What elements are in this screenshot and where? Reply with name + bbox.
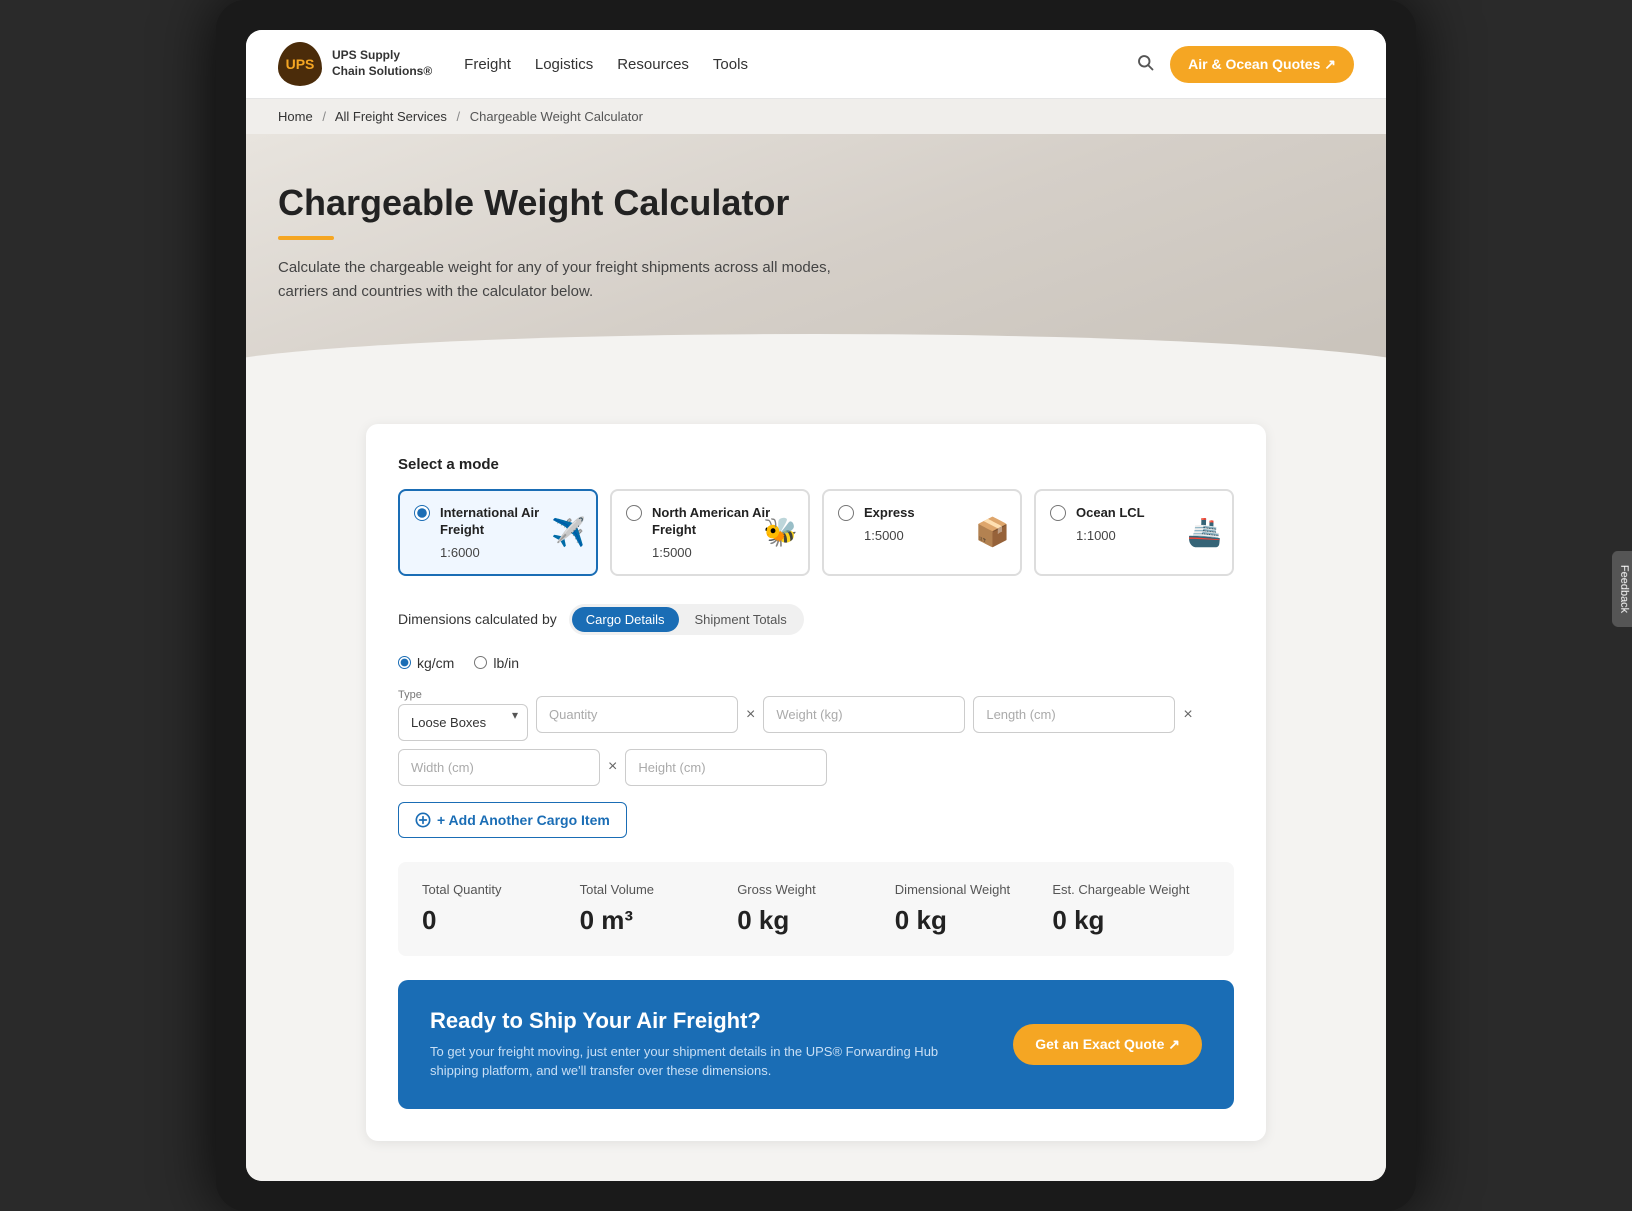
dimensions-label: Dimensions calculated by bbox=[398, 611, 557, 627]
nav-right: Air & Ocean Quotes ↗ bbox=[1136, 46, 1354, 83]
cta-banner: Ready to Ship Your Air Freight? To get y… bbox=[398, 980, 1234, 1109]
width-input[interactable] bbox=[398, 749, 600, 786]
total-quantity-value: 0 bbox=[422, 905, 580, 936]
total-volume-label: Total Volume bbox=[580, 882, 738, 897]
dimensions-row: Dimensions calculated by Cargo Details S… bbox=[398, 604, 1234, 635]
dimensions-toggle: Cargo Details Shipment Totals bbox=[569, 604, 804, 635]
add-cargo-button[interactable]: + Add Another Cargo Item bbox=[398, 802, 627, 838]
mode-express-radio[interactable] bbox=[838, 505, 854, 521]
unit-lb-in-radio[interactable] bbox=[474, 656, 487, 669]
length-input[interactable] bbox=[973, 696, 1175, 733]
cta-description: To get your freight moving, just enter y… bbox=[430, 1042, 970, 1081]
nav-tools[interactable]: Tools bbox=[713, 56, 748, 73]
toggle-cargo-details[interactable]: Cargo Details bbox=[572, 607, 679, 632]
air-ocean-quotes-button[interactable]: Air & Ocean Quotes ↗ bbox=[1170, 46, 1354, 83]
bee-icon: 🐝 bbox=[763, 516, 798, 549]
height-input[interactable] bbox=[625, 749, 827, 786]
mode-na-air-radio[interactable] bbox=[626, 505, 642, 521]
mode-grid: International Air Freight 1:6000 ✈️ Nort… bbox=[398, 489, 1234, 576]
dimensional-weight-value: 0 kg bbox=[895, 905, 1053, 936]
calculator-card: Select a mode International Air Freight … bbox=[366, 424, 1266, 1141]
unit-row: kg/cm lb/in bbox=[398, 655, 1234, 671]
result-dimensional-weight: Dimensional Weight 0 kg bbox=[895, 882, 1053, 936]
breadcrumb-all-freight[interactable]: All Freight Services bbox=[335, 109, 447, 124]
main-content: Select a mode International Air Freight … bbox=[246, 384, 1386, 1181]
gross-weight-label: Gross Weight bbox=[737, 882, 895, 897]
plane-icon: ✈️ bbox=[551, 516, 586, 549]
type-select-wrapper: Type Loose BoxesPalletsCrates bbox=[398, 689, 528, 741]
multiply-sign-2: × bbox=[1183, 706, 1192, 724]
multiply-sign-3: × bbox=[608, 758, 617, 776]
weight-input[interactable] bbox=[763, 696, 965, 733]
hero-description: Calculate the chargeable weight for any … bbox=[278, 256, 838, 304]
hero-section: Chargeable Weight Calculator Calculate t… bbox=[246, 134, 1386, 384]
unit-kg-cm-label[interactable]: kg/cm bbox=[398, 655, 454, 671]
nav-logistics[interactable]: Logistics bbox=[535, 56, 593, 73]
result-gross-weight: Gross Weight 0 kg bbox=[737, 882, 895, 936]
mode-section-label: Select a mode bbox=[398, 456, 1234, 473]
unit-lb-in-label[interactable]: lb/in bbox=[474, 655, 519, 671]
page-title: Chargeable Weight Calculator bbox=[278, 182, 1354, 224]
unit-kg-cm-radio[interactable] bbox=[398, 656, 411, 669]
cargo-row: Type Loose BoxesPalletsCrates × × × bbox=[398, 689, 1234, 786]
ship-icon: 🚢 bbox=[1187, 516, 1222, 549]
mode-ocean-lcl-radio[interactable] bbox=[1050, 505, 1066, 521]
toggle-shipment-totals[interactable]: Shipment Totals bbox=[681, 607, 801, 632]
results-table: Total Quantity 0 Total Volume 0 m³ Gross… bbox=[398, 862, 1234, 956]
result-est-chargeable: Est. Chargeable Weight 0 kg bbox=[1052, 882, 1210, 936]
brand-name: UPS Supply Chain Solutions® bbox=[332, 48, 432, 79]
total-volume-value: 0 m³ bbox=[580, 905, 738, 936]
mode-ocean-lcl[interactable]: Ocean LCL 1:1000 🚢 bbox=[1034, 489, 1234, 576]
total-quantity-label: Total Quantity bbox=[422, 882, 580, 897]
breadcrumb-home[interactable]: Home bbox=[278, 109, 313, 124]
nav-freight[interactable]: Freight bbox=[464, 56, 511, 73]
get-exact-quote-button[interactable]: Get an Exact Quote ↗ bbox=[1013, 1024, 1202, 1065]
nav-links: Freight Logistics Resources Tools bbox=[464, 56, 1104, 73]
mode-express[interactable]: Express 1:5000 📦 bbox=[822, 489, 1022, 576]
est-chargeable-label: Est. Chargeable Weight bbox=[1052, 882, 1210, 897]
breadcrumb: Home / All Freight Services / Chargeable… bbox=[246, 99, 1386, 134]
type-field-label: Type bbox=[398, 689, 528, 701]
dimensional-weight-label: Dimensional Weight bbox=[895, 882, 1053, 897]
nav-resources[interactable]: Resources bbox=[617, 56, 689, 73]
title-underline bbox=[278, 236, 334, 240]
cargo-type-select[interactable]: Loose BoxesPalletsCrates bbox=[398, 704, 528, 741]
result-total-volume: Total Volume 0 m³ bbox=[580, 882, 738, 936]
gross-weight-value: 0 kg bbox=[737, 905, 895, 936]
quantity-input[interactable] bbox=[536, 696, 738, 733]
add-cargo-label: + Add Another Cargo Item bbox=[437, 812, 610, 828]
est-chargeable-value: 0 kg bbox=[1052, 905, 1210, 936]
breadcrumb-current: Chargeable Weight Calculator bbox=[470, 109, 643, 124]
cta-title: Ready to Ship Your Air Freight? bbox=[430, 1008, 970, 1034]
mode-intl-air[interactable]: International Air Freight 1:6000 ✈️ bbox=[398, 489, 598, 576]
logo[interactable]: UPS UPS Supply Chain Solutions® bbox=[278, 42, 432, 86]
feedback-tab[interactable]: Feedback bbox=[1612, 551, 1632, 627]
mode-intl-air-radio[interactable] bbox=[414, 505, 430, 521]
search-button[interactable] bbox=[1136, 53, 1154, 76]
ups-logo-shield: UPS bbox=[278, 42, 322, 86]
express-icon: 📦 bbox=[975, 516, 1010, 549]
navigation: UPS UPS Supply Chain Solutions® Freight … bbox=[246, 30, 1386, 99]
result-total-quantity: Total Quantity 0 bbox=[422, 882, 580, 936]
cta-text: Ready to Ship Your Air Freight? To get y… bbox=[430, 1008, 970, 1081]
mode-na-air[interactable]: North American Air Freight 1:5000 🐝 bbox=[610, 489, 810, 576]
multiply-sign-1: × bbox=[746, 706, 755, 724]
